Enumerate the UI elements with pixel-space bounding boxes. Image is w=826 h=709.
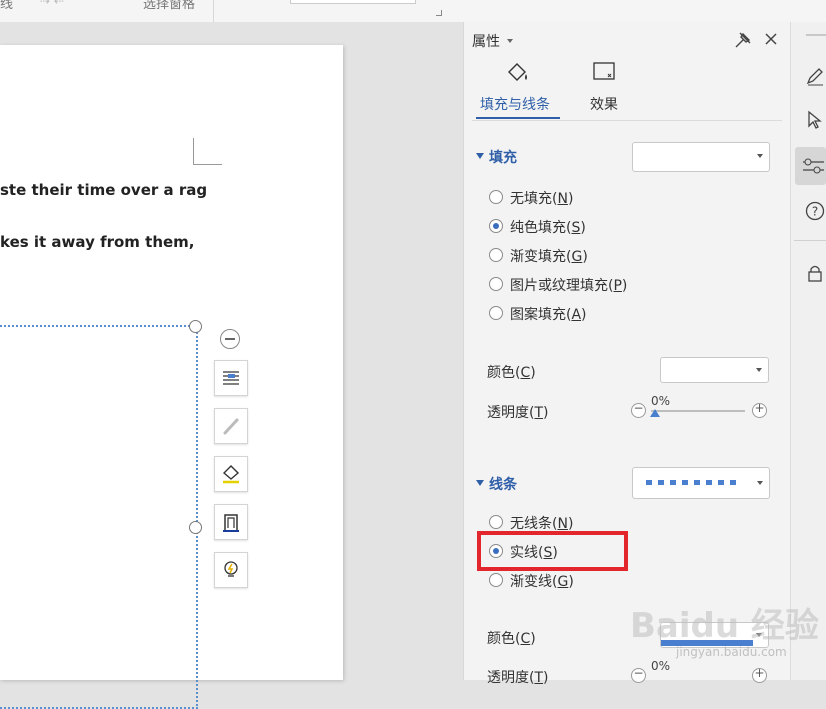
option-no-fill[interactable]: 无填充(N) xyxy=(510,188,573,208)
collapse-fill-icon[interactable] xyxy=(476,153,484,159)
resize-handle[interactable] xyxy=(189,521,202,534)
layout-icon xyxy=(223,371,239,385)
radio-gradient-fill[interactable] xyxy=(489,248,503,262)
rail-properties-button[interactable] xyxy=(795,147,826,185)
fill-transparency-slider[interactable] xyxy=(651,410,745,412)
radio-no-fill[interactable] xyxy=(489,190,503,204)
selected-shape-frame[interactable] xyxy=(0,325,198,709)
pin-icon[interactable] xyxy=(734,31,752,49)
tab-fill-and-line[interactable]: 填充与线条 xyxy=(480,94,550,114)
dialog-launcher-icon[interactable] xyxy=(436,10,442,16)
rail-help-button[interactable]: ? xyxy=(797,193,826,229)
toolbar-partial-label[interactable]: 线 xyxy=(0,0,13,12)
rail-grip xyxy=(806,34,826,36)
rail-lock-button[interactable] xyxy=(797,255,826,291)
line-transparency-label: 透明度(T) xyxy=(487,670,549,686)
paint-bucket-icon xyxy=(222,465,240,484)
resize-handle[interactable] xyxy=(189,320,202,333)
document-text-line[interactable]: kes it away from them, xyxy=(0,233,195,251)
help-icon: ? xyxy=(805,201,825,221)
lock-icon xyxy=(808,265,822,282)
fill-color-dropdown[interactable] xyxy=(660,357,769,383)
radio-pattern-fill[interactable] xyxy=(489,306,503,320)
fill-transparency-decrease[interactable]: − xyxy=(631,401,646,418)
fill-transparency-increase[interactable]: + xyxy=(752,401,767,418)
edit-shape-button[interactable] xyxy=(214,408,248,444)
radio-gradient-line[interactable] xyxy=(489,573,503,587)
pen-icon xyxy=(223,418,239,435)
radio-solid-fill[interactable] xyxy=(489,219,503,233)
fill-preset-dropdown[interactable] xyxy=(632,142,770,172)
fill-transparency-label: 透明度(T) xyxy=(487,405,549,421)
rail-select-button[interactable] xyxy=(797,102,826,138)
tab-divider xyxy=(472,120,782,121)
sliders-icon xyxy=(803,158,824,174)
option-pattern-fill[interactable]: 图案填充(A) xyxy=(510,304,587,324)
toolbar-divider xyxy=(213,0,214,22)
baidu-watermark-logo: Baidu 经验 xyxy=(630,606,819,646)
fill-button[interactable] xyxy=(214,456,248,492)
option-gradient-line[interactable]: 渐变线(G) xyxy=(510,571,574,591)
fill-transparency-value: 0% xyxy=(651,394,671,408)
cursor-icon xyxy=(808,110,822,129)
option-solid-fill[interactable]: 纯色填充(S) xyxy=(510,217,586,237)
annotation-highlight-box xyxy=(477,531,628,571)
tab-effects[interactable]: 效果 xyxy=(590,94,618,114)
toolbar-field[interactable] xyxy=(290,0,416,4)
option-picture-fill[interactable]: 图片或纹理填充(P) xyxy=(510,275,627,295)
selection-pane-button[interactable]: 选择窗格 xyxy=(143,0,195,12)
radio-picture-fill[interactable] xyxy=(489,277,503,291)
fill-transparency-thumb[interactable] xyxy=(650,409,660,417)
shape-effects-button[interactable] xyxy=(214,552,248,588)
close-icon[interactable] xyxy=(764,32,778,46)
rail-divider xyxy=(794,240,826,241)
pen-icon xyxy=(806,68,823,86)
arrow-icon: ⇢ ⇠ xyxy=(40,0,64,8)
lightbulb-icon xyxy=(224,561,238,577)
outline-button[interactable] xyxy=(214,504,248,540)
layout-options-button[interactable] xyxy=(214,360,248,396)
active-tab-indicator xyxy=(476,117,560,119)
outline-icon xyxy=(223,514,239,532)
fill-section-heading[interactable]: 填充 xyxy=(489,147,517,167)
line-transparency-value: 0% xyxy=(651,659,671,673)
line-color-label: 颜色(C) xyxy=(487,631,536,647)
margin-corner-mark xyxy=(193,138,222,165)
document-text-line[interactable]: ste their time over a rag xyxy=(0,181,207,199)
effects-tab-icon xyxy=(593,62,615,80)
fill-color-label: 颜色(C) xyxy=(487,365,536,381)
line-style-dropdown[interactable] xyxy=(632,467,770,499)
option-gradient-fill[interactable]: 渐变填充(G) xyxy=(510,246,588,266)
panel-title[interactable]: 属性 xyxy=(472,31,500,51)
line-section-heading[interactable]: 线条 xyxy=(489,474,517,494)
chevron-down-icon[interactable] xyxy=(507,39,513,43)
rail-edit-button[interactable] xyxy=(797,58,826,94)
watermark-url: jingyan.baidu.com xyxy=(676,645,787,659)
collapse-toolbar-icon[interactable] xyxy=(220,329,240,349)
line-transparency-increase[interactable]: + xyxy=(752,666,767,683)
top-toolbar: 线 ⇢ ⇠ 选择窗格 xyxy=(0,0,826,23)
line-transparency-decrease[interactable]: − xyxy=(631,666,646,683)
collapse-line-icon[interactable] xyxy=(476,480,484,486)
svg-text:?: ? xyxy=(812,205,818,219)
radio-no-line[interactable] xyxy=(489,515,503,529)
fill-line-tab-icon xyxy=(508,63,527,81)
option-no-line[interactable]: 无线条(N) xyxy=(510,513,573,533)
dotted-line-preview xyxy=(646,480,742,485)
